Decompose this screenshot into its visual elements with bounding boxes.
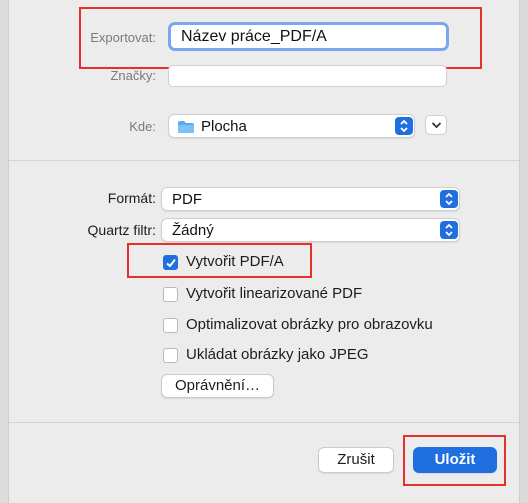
option-label-pdfa: Vytvořit PDF/A [186,253,284,270]
option-label-linearized: Vytvořit linearizované PDF [186,285,363,302]
expand-browser-button[interactable] [425,115,447,135]
where-label: Kde: [129,119,156,134]
checkmark-icon [166,258,176,268]
chevron-down-icon [431,122,442,129]
format-stepper-icon [440,190,458,208]
where-popup[interactable]: Plocha [168,114,415,138]
cancel-button[interactable]: Zrušit [318,447,394,473]
format-popup[interactable]: PDF [161,187,460,211]
permissions-button[interactable]: Oprávnění… [161,374,274,398]
option-checkbox-linearized[interactable] [163,287,178,302]
format-value: PDF [172,191,202,208]
footer-divider [9,422,519,423]
option-checkbox-optimize-images[interactable] [163,318,178,333]
format-label: Formát: [107,190,156,206]
where-stepper-icon [395,117,413,135]
section-divider [9,160,519,161]
annotation-highlight-save [403,435,506,486]
quartz-filter-value: Žádný [172,222,214,239]
folder-icon [178,121,194,133]
option-checkbox-jpeg[interactable] [163,348,178,363]
option-label-optimize-images: Optimalizovat obrázky pro obrazovku [186,316,433,333]
quartz-filter-label: Quartz filtr: [87,222,156,238]
annotation-highlight-filename [79,7,482,69]
save-sheet: Exportovat: Název práce_PDF/A Značky: Kd… [8,0,520,503]
option-checkbox-pdfa[interactable] [163,255,178,270]
option-label-jpeg: Ukládat obrázky jako JPEG [186,346,369,363]
where-value: Plocha [201,118,247,135]
tags-label: Značky: [110,68,156,83]
tags-input[interactable] [168,65,447,87]
quartz-filter-popup[interactable]: Žádný [161,218,460,242]
quartz-filter-stepper-icon [440,221,458,239]
